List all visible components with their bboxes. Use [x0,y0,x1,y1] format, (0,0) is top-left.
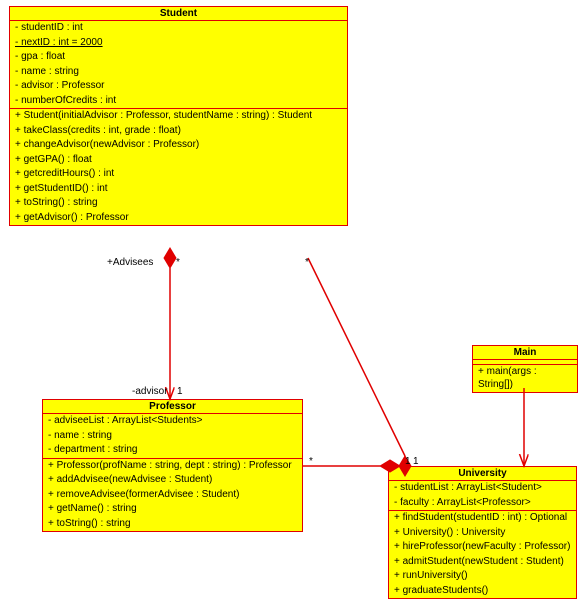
university-class[interactable]: University - studentList : ArrayList<Stu… [388,466,577,599]
op: + graduateStudents() [389,584,576,599]
op: + getStudentID() : int [10,182,347,197]
attr: - adviseeList : ArrayList<Students> [43,414,302,429]
attributes: - adviseeList : ArrayList<Students> - na… [43,414,302,459]
student-university-link [308,258,405,456]
op: + main(args : String[]) [473,365,577,392]
class-title: Main [473,346,577,360]
uml-diagram: Student - studentID : int - nextID : int… [0,0,587,611]
operations: + Student(initialAdvisor : Professor, st… [10,109,347,225]
attr: - name : string [43,429,302,444]
op: + hireProfessor(newFaculty : Professor) [389,540,576,555]
student-class[interactable]: Student - studentID : int - nextID : int… [9,6,348,226]
op: + removeAdvisee(formerAdvisee : Student) [43,488,302,503]
advisees-role-label: +Advisees [107,257,153,268]
operations: + main(args : String[]) [473,365,577,392]
op: + addAdvisee(newAdvisee : Student) [43,473,302,488]
operations: + findStudent(studentID : int) : Optiona… [389,511,576,598]
attributes: - studentID : int - nextID : int = 2000 … [10,21,347,109]
class-title: University [389,467,576,481]
op: + University() : University [389,526,576,541]
op: + takeClass(credits : int, grade : float… [10,124,347,139]
class-title: Student [10,7,347,21]
attr: - name : string [10,65,347,80]
attr: - studentID : int [10,21,347,36]
op: + findStudent(studentID : int) : Optiona… [389,511,576,526]
op: + Professor(profName : string, dept : st… [43,459,302,474]
op: + Student(initialAdvisor : Professor, st… [10,109,347,124]
op: + getName() : string [43,502,302,517]
attr: - department : string [43,443,302,458]
attr: - numberOfCredits : int [10,94,347,109]
op: + getGPA() : float [10,153,347,168]
op: + toString() : string [10,196,347,211]
stud-one-label: 1 [413,456,419,467]
advisor-mult-label: 1 [177,386,183,397]
attr: - nextID : int = 2000 [10,36,347,51]
prof-one-label: 1 [405,456,411,467]
advisees-mult-label: * [176,257,180,268]
class-title: Professor [43,400,302,414]
op: + changeAdvisor(newAdvisor : Professor) [10,138,347,153]
prof-star-label: * [309,456,313,467]
operations: + Professor(profName : string, dept : st… [43,459,302,532]
op: + toString() : string [43,517,302,532]
attr: - faculty : ArrayList<Professor> [389,496,576,511]
attr: - advisor : Professor [10,79,347,94]
op: + getAdvisor() : Professor [10,211,347,226]
op: + runUniversity() [389,569,576,584]
attr: - gpa : float [10,50,347,65]
main-class[interactable]: Main + main(args : String[]) [472,345,578,393]
advisor-role-label: -advisor [132,386,168,397]
attr: - studentList : ArrayList<Student> [389,481,576,496]
op: + getcreditHours() : int [10,167,347,182]
stud-star-label: * [305,257,309,268]
op: + admitStudent(newStudent : Student) [389,555,576,570]
composition-diamond [164,248,176,268]
attributes: - studentList : ArrayList<Student> - fac… [389,481,576,511]
professor-class[interactable]: Professor - adviseeList : ArrayList<Stud… [42,399,303,532]
